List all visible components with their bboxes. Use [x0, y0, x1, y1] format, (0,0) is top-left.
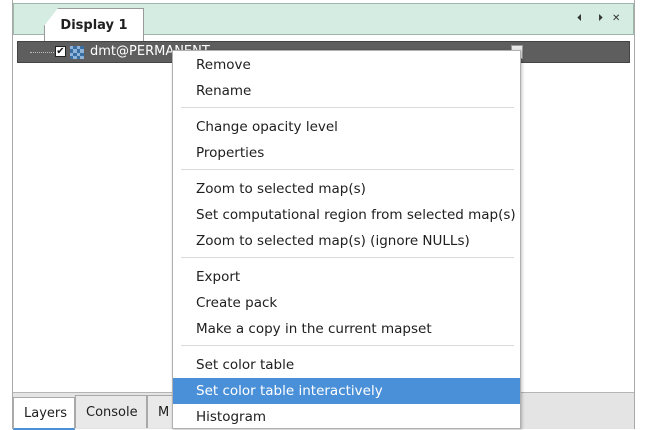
tab-label: Display 1 [60, 17, 128, 33]
menu-separator [181, 345, 514, 346]
tab-prev-icon[interactable]: ⏴ [577, 13, 582, 24]
layer-context-menu: Remove Rename Change opacity level Prope… [172, 50, 521, 429]
menu-item-zoom-to-selected[interactable]: Zoom to selected map(s) [173, 176, 520, 202]
menu-item-set-color-table-interactively[interactable]: Set color table interactively [173, 378, 520, 404]
tab-layers[interactable]: Layers [13, 397, 75, 430]
tab-close-icon[interactable]: ✕ [612, 13, 620, 24]
checkmark-icon: ✔ [56, 46, 65, 57]
menu-separator [181, 107, 514, 108]
menu-item-create-pack[interactable]: Create pack [173, 290, 520, 316]
menu-item-export[interactable]: Export [173, 264, 520, 290]
menu-item-remove[interactable]: Remove [173, 52, 520, 78]
tab-console-label: Console [86, 404, 138, 420]
menu-item-change-opacity[interactable]: Change opacity level [173, 114, 520, 140]
tab-modules-label: M [158, 404, 170, 420]
display-notebook: Display 1 ⏴ ⏵ ✕ [13, 3, 634, 41]
menu-item-set-color-table[interactable]: Set color table [173, 352, 520, 378]
raster-layer-icon [70, 46, 84, 59]
menu-separator [181, 257, 514, 258]
menu-item-histogram[interactable]: Histogram [173, 404, 520, 428]
menu-item-set-region[interactable]: Set computational region from selected m… [173, 202, 520, 228]
menu-item-properties[interactable]: Properties [173, 140, 520, 166]
tab-layers-label: Layers [24, 405, 68, 421]
tab-next-icon[interactable]: ⏵ [598, 13, 603, 24]
menu-separator [181, 169, 514, 170]
menu-item-zoom-ignore-nulls[interactable]: Zoom to selected map(s) (ignore NULLs) [173, 228, 520, 254]
menu-item-make-copy[interactable]: Make a copy in the current mapset [173, 316, 520, 342]
tree-connector [30, 52, 56, 53]
layer-visibility-checkbox[interactable]: ✔ [55, 46, 66, 57]
tab-console[interactable]: Console [75, 395, 147, 428]
menu-item-rename[interactable]: Rename [173, 78, 520, 104]
tab-display-1[interactable]: Display 1 [44, 8, 144, 41]
